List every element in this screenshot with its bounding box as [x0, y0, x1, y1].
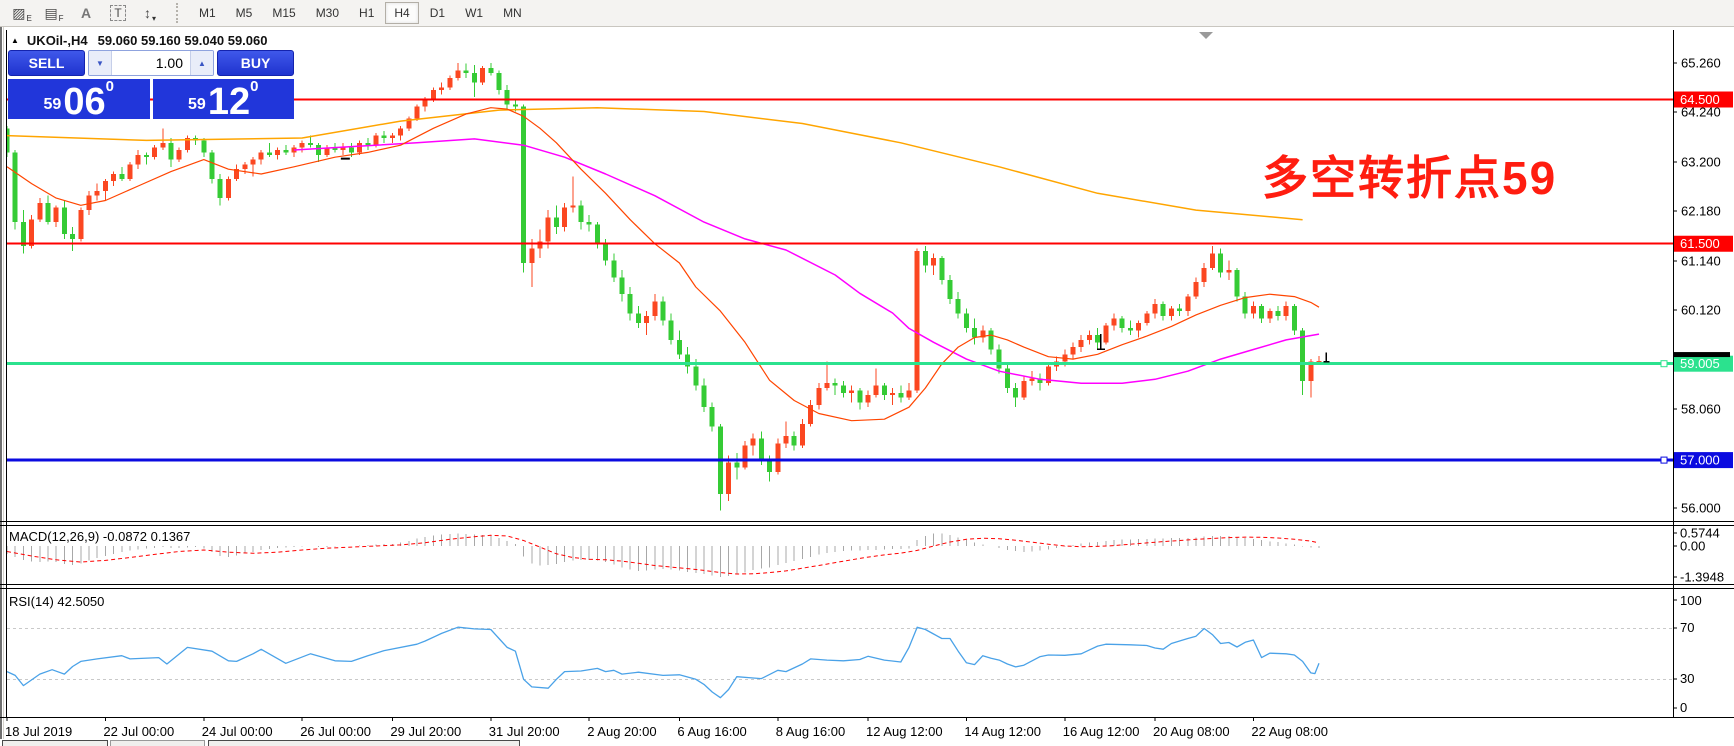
svg-text:18 Jul 2019: 18 Jul 2019: [5, 724, 72, 739]
chart-canvas[interactable]: 65.26064.24063.20062.18061.14060.12058.0…: [0, 27, 1734, 746]
svg-text:30: 30: [1680, 671, 1694, 686]
one-click-trade-panel: SELL ▼ ▲ BUY 59 06 0 59 12 0: [8, 50, 294, 119]
timeframe-m1[interactable]: M1: [190, 2, 225, 24]
volume-increase-icon[interactable]: ▲: [190, 51, 213, 75]
svg-text:70: 70: [1680, 620, 1694, 635]
svg-text:56.000: 56.000: [1681, 501, 1721, 516]
buy-price-sup: 0: [250, 79, 258, 94]
svg-text:63.200: 63.200: [1681, 155, 1721, 170]
hline-handle: [1661, 457, 1667, 463]
window-tab-strip: [0, 739, 1734, 746]
timeframe-w1[interactable]: W1: [456, 2, 492, 24]
volume-decrease-icon[interactable]: ▼: [89, 51, 112, 75]
rsi-line: [7, 627, 1319, 698]
chart-title-bar: ▲ UKOil-,H4 59.060 59.160 59.040 59.060: [11, 33, 267, 48]
arrows-objects-icon[interactable]: ↕▾: [136, 2, 164, 24]
svg-text:8 Aug 16:00: 8 Aug 16:00: [776, 724, 845, 739]
window-tab[interactable]: [2, 740, 108, 746]
window-left-border: [0, 27, 2, 739]
svg-text:58.060: 58.060: [1681, 402, 1721, 417]
svg-text:57.000: 57.000: [1680, 453, 1720, 468]
timeframe-m30[interactable]: M30: [307, 2, 348, 24]
collapse-triangle-icon[interactable]: ▲: [11, 36, 19, 45]
text-label-icon[interactable]: A: [72, 2, 100, 24]
svg-text:12 Aug 12:00: 12 Aug 12:00: [866, 724, 943, 739]
toolbar-icons: ▨E▤FAT↕▾: [8, 2, 168, 24]
bid-price-marker: [1674, 352, 1730, 357]
svg-text:6 Aug 16:00: 6 Aug 16:00: [677, 724, 746, 739]
svg-text:100: 100: [1680, 593, 1702, 608]
svg-text:60.120: 60.120: [1681, 303, 1721, 318]
price-axis: 65.26064.24063.20062.18061.14060.12058.0…: [1673, 55, 1733, 715]
sell-price-prefix: 59: [44, 97, 62, 113]
svg-text:65.260: 65.260: [1681, 55, 1721, 70]
svg-text:-1.3948: -1.3948: [1680, 569, 1724, 584]
symbol-period-label: UKOil-,H4: [27, 33, 88, 48]
svg-text:61.140: 61.140: [1681, 254, 1721, 269]
buy-price-box[interactable]: 59 12 0: [153, 79, 295, 119]
ma-slow: [7, 108, 1303, 220]
tack-object: [1323, 353, 1329, 362]
svg-text:0: 0: [1680, 700, 1687, 715]
rsi-panel: [7, 627, 1673, 698]
macd-label: MACD(12,26,9) -0.0872 0.1367: [9, 529, 190, 544]
timeframe-buttons: M1M5M15M30H1H4D1W1MN: [190, 2, 533, 24]
svg-text:0.00: 0.00: [1680, 539, 1705, 554]
buy-button[interactable]: BUY: [217, 50, 294, 76]
window-tab[interactable]: [208, 740, 520, 746]
chart-shift-icon: [1199, 32, 1213, 39]
svg-text:62.180: 62.180: [1681, 204, 1721, 219]
svg-text:22 Jul 00:00: 22 Jul 00:00: [103, 724, 174, 739]
chart-annotation-text: 多空转折点59: [1262, 142, 1557, 208]
toolbar: ▨E▤FAT↕▾ M1M5M15M30H1H4D1W1MN: [0, 0, 1734, 27]
candles-layer: [5, 63, 1322, 511]
price-panel: [5, 63, 1674, 511]
time-axis: 18 Jul 2019 22 Jul 00:00 24 Jul 00:00 26 Ju…: [5, 718, 1328, 739]
timeframe-mn[interactable]: MN: [494, 2, 531, 24]
svg-text:20 Aug 08:00: 20 Aug 08:00: [1153, 724, 1230, 739]
toolbar-separator: [176, 3, 182, 23]
rsi-label: RSI(14) 42.5050: [9, 594, 104, 609]
volume-input[interactable]: [112, 51, 190, 75]
svg-text:29 Jul 20:00: 29 Jul 20:00: [390, 724, 461, 739]
buy-price-prefix: 59: [188, 97, 206, 113]
window-tab[interactable]: [110, 740, 205, 746]
timeframe-m5[interactable]: M5: [227, 2, 262, 24]
hline-handle: [1661, 361, 1667, 367]
mt4-terminal: ▨E▤FAT↕▾ M1M5M15M30H1H4D1W1MN 65.26064.2…: [0, 0, 1734, 746]
buy-price-big: 12: [208, 87, 250, 117]
sell-price-sup: 0: [106, 79, 114, 94]
svg-text:22 Aug 08:00: 22 Aug 08:00: [1251, 724, 1328, 739]
svg-text:24 Jul 00:00: 24 Jul 00:00: [202, 724, 273, 739]
svg-text:31 Jul 20:00: 31 Jul 20:00: [489, 724, 560, 739]
svg-text:2 Aug 20:00: 2 Aug 20:00: [587, 724, 656, 739]
sell-price-box[interactable]: 59 06 0: [8, 79, 150, 119]
ohlc-values-label: 59.060 59.160 59.040 59.060: [98, 33, 268, 48]
fibonacci-grid-icon[interactable]: ▤F: [40, 2, 68, 24]
text-box-icon[interactable]: T: [104, 2, 132, 24]
volume-stepper: ▼ ▲: [88, 50, 214, 76]
dash-object: [341, 158, 350, 160]
svg-text:64.500: 64.500: [1680, 92, 1720, 107]
svg-text:61.500: 61.500: [1680, 236, 1720, 251]
timeframe-m15[interactable]: M15: [263, 2, 304, 24]
svg-text:59.005: 59.005: [1680, 356, 1720, 371]
indicators-chart-icon[interactable]: ▨E: [8, 2, 36, 24]
timeframe-h4[interactable]: H4: [385, 2, 418, 24]
svg-text:14 Aug 12:00: 14 Aug 12:00: [964, 724, 1041, 739]
panel-borders: [0, 30, 1734, 718]
sell-button[interactable]: SELL: [8, 50, 85, 76]
timeframe-d1[interactable]: D1: [421, 2, 454, 24]
timeframe-h1[interactable]: H1: [350, 2, 383, 24]
macd-panel: [7, 533, 1319, 577]
sell-price-big: 06: [63, 87, 105, 117]
ma-mid: [294, 139, 1319, 383]
svg-text:26 Jul 00:00: 26 Jul 00:00: [300, 724, 371, 739]
svg-text:16 Aug 12:00: 16 Aug 12:00: [1063, 724, 1140, 739]
